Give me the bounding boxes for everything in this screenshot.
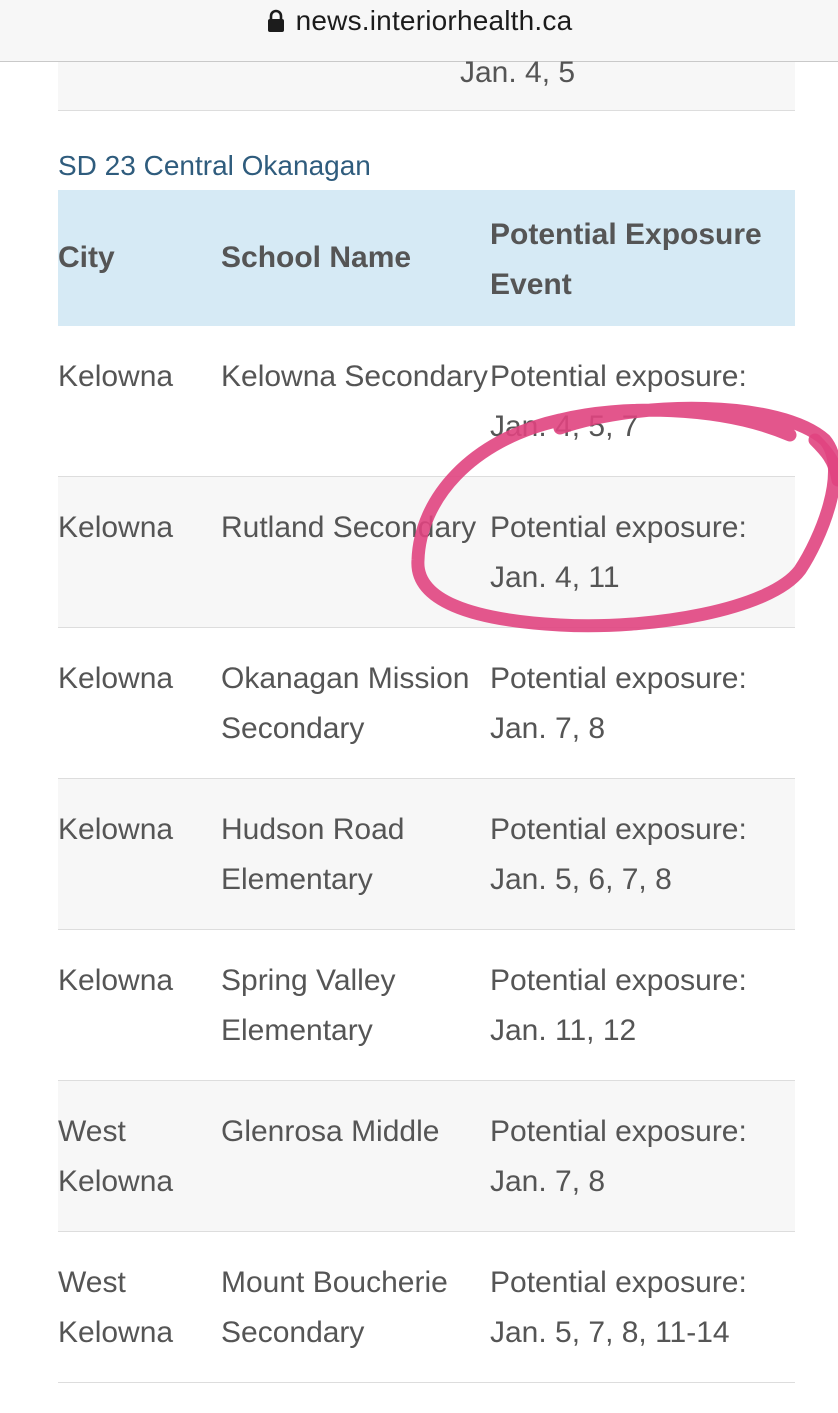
url-display[interactable]: news.interiorhealth.ca [266,5,573,37]
city-cell: West Kelowna [58,1080,220,1232]
exposure-event-cell: Potential exposure: Jan. 7, 8 [490,627,795,779]
previous-table-row: Jan. 4, 5 [58,56,795,111]
table-row: Kelowna Kelowna Secondary Potential exposu… [58,326,795,477]
city-cell: Kelowna [58,326,220,477]
table-header-row: City School Name Potential Exposure Even… [58,190,795,326]
table-row: Kelowna Spring Valley Elementary Potential… [58,929,795,1081]
city-cell: Kelowna [58,476,220,628]
header-exposure-event: Potential Exposure Event [490,190,795,326]
exposure-event-cell: Potential exposure: Jan. 7, 8 [490,1080,795,1232]
school-name-cell: Kelowna Secondary [220,326,490,477]
previous-row-event: Jan. 4, 5 [460,56,576,89]
browser-url-bar[interactable]: news.interiorhealth.ca [0,0,838,62]
header-school-name: School Name [220,190,490,326]
city-cell: Kelowna [58,929,220,1081]
city-cell: West Kelowna [58,1231,220,1383]
exposure-event-cell: Potential exposure: Jan. 4, 5, 7 [490,326,795,477]
exposure-event-cell: Potential exposure: Jan. 4, 11 [490,476,795,628]
lock-icon [266,9,286,33]
exposure-table: City School Name Potential Exposure Even… [58,190,795,1383]
section-title: SD 23 Central Okanagan [58,150,371,181]
table-row: Kelowna Hudson Road Elementary Potential e… [58,778,795,930]
school-name-cell: Okanagan Mission Secondary [220,627,490,779]
table-row: Kelowna Rutland Secondary Potential exposu… [58,476,795,628]
table-row: Kelowna Okanagan Mission Secondary Potenti… [58,627,795,779]
school-name-cell: Glenrosa Middle [220,1080,490,1232]
city-cell: Kelowna [58,778,220,930]
exposure-event-cell: Potential exposure: Jan. 5, 6, 7, 8 [490,778,795,930]
url-text: news.interiorhealth.ca [295,4,573,36]
school-name-cell: Spring Valley Elementary [220,929,490,1081]
table-row: West Kelowna Mount Boucherie Secondary Pot… [58,1231,795,1383]
school-name-cell: Mount Boucherie Secondary [220,1231,490,1383]
school-name-cell: Hudson Road Elementary [220,778,490,930]
school-name-cell: Rutland Secondary [220,476,490,628]
city-cell: Kelowna [58,627,220,779]
header-city: City [58,190,220,326]
exposure-event-cell: Potential exposure: Jan. 5, 7, 8, 11-14 [490,1231,795,1383]
exposure-event-cell: Potential exposure: Jan. 11, 12 [490,929,795,1081]
table-row: West Kelowna Glenrosa Middle Potential exp… [58,1080,795,1232]
